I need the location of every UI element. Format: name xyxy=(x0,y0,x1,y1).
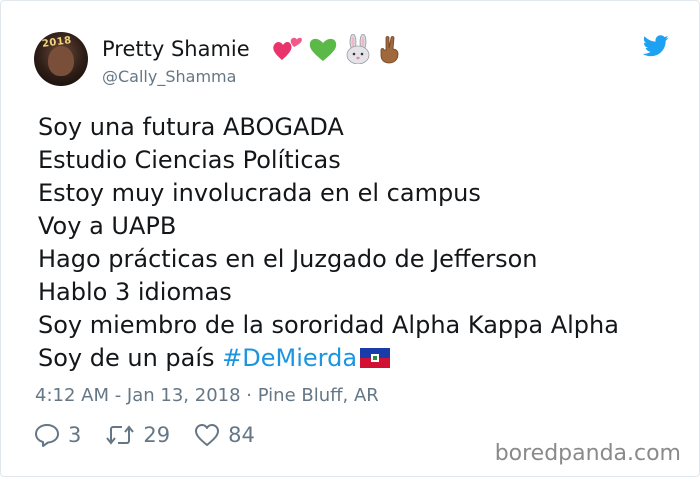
avatar[interactable]: 2018 xyxy=(34,32,88,86)
hashtag-link[interactable]: #DeMierda xyxy=(222,344,357,372)
tweet-text: Soy una futura ABOGADA Estudio Ciencias … xyxy=(38,111,619,375)
rabbit-icon xyxy=(344,33,372,69)
reply-count: 3 xyxy=(68,423,82,447)
tweet-card: 2018 Pretty Shamie @Cally_Shamma Soy una… xyxy=(0,0,700,477)
retweet-icon xyxy=(106,425,135,445)
green-heart-icon xyxy=(308,36,338,67)
tweet-timestamp-location[interactable]: 4:12 AM - Jan 13, 2018 · Pine Bluff, AR xyxy=(35,385,379,406)
name-emojis xyxy=(272,33,402,69)
tweet-line-prefix: Soy de un país xyxy=(38,344,223,372)
user-handle[interactable]: @Cally_Shamma xyxy=(102,67,236,86)
like-button[interactable]: 84 xyxy=(194,423,255,447)
reply-button[interactable]: 3 xyxy=(34,423,81,447)
retweet-button[interactable]: 29 xyxy=(105,423,170,447)
retweet-count: 29 xyxy=(143,423,171,447)
tweet-line: Soy una futura ABOGADA xyxy=(38,113,344,141)
twitter-bird-icon[interactable] xyxy=(643,35,669,57)
avatar-face xyxy=(48,46,74,76)
tweet-line: Hago prácticas en el Juzgado de Jefferso… xyxy=(38,245,538,273)
tweet-line: Estudio Ciencias Políticas xyxy=(38,146,341,174)
heart-emoji-icon xyxy=(272,36,302,67)
reply-icon xyxy=(35,424,59,447)
crossed-fingers-icon xyxy=(378,34,402,69)
tweet-line-last: Soy de un país #DeMierda xyxy=(38,342,619,375)
display-name[interactable]: Pretty Shamie xyxy=(102,37,250,61)
watermark: boredpanda.com xyxy=(494,441,681,466)
tweet-line: Estoy muy involucrada en el campus xyxy=(38,179,481,207)
tweet-line: Soy miembro de la sororidad Alpha Kappa … xyxy=(38,311,619,339)
like-count: 84 xyxy=(228,423,255,447)
tweet-line: Voy a UAPB xyxy=(38,212,177,240)
tweet-actions: 3 29 84 xyxy=(34,423,279,447)
heart-icon xyxy=(195,424,220,446)
haiti-flag-icon xyxy=(360,348,391,368)
tweet-line: Hablo 3 idiomas xyxy=(38,278,232,306)
